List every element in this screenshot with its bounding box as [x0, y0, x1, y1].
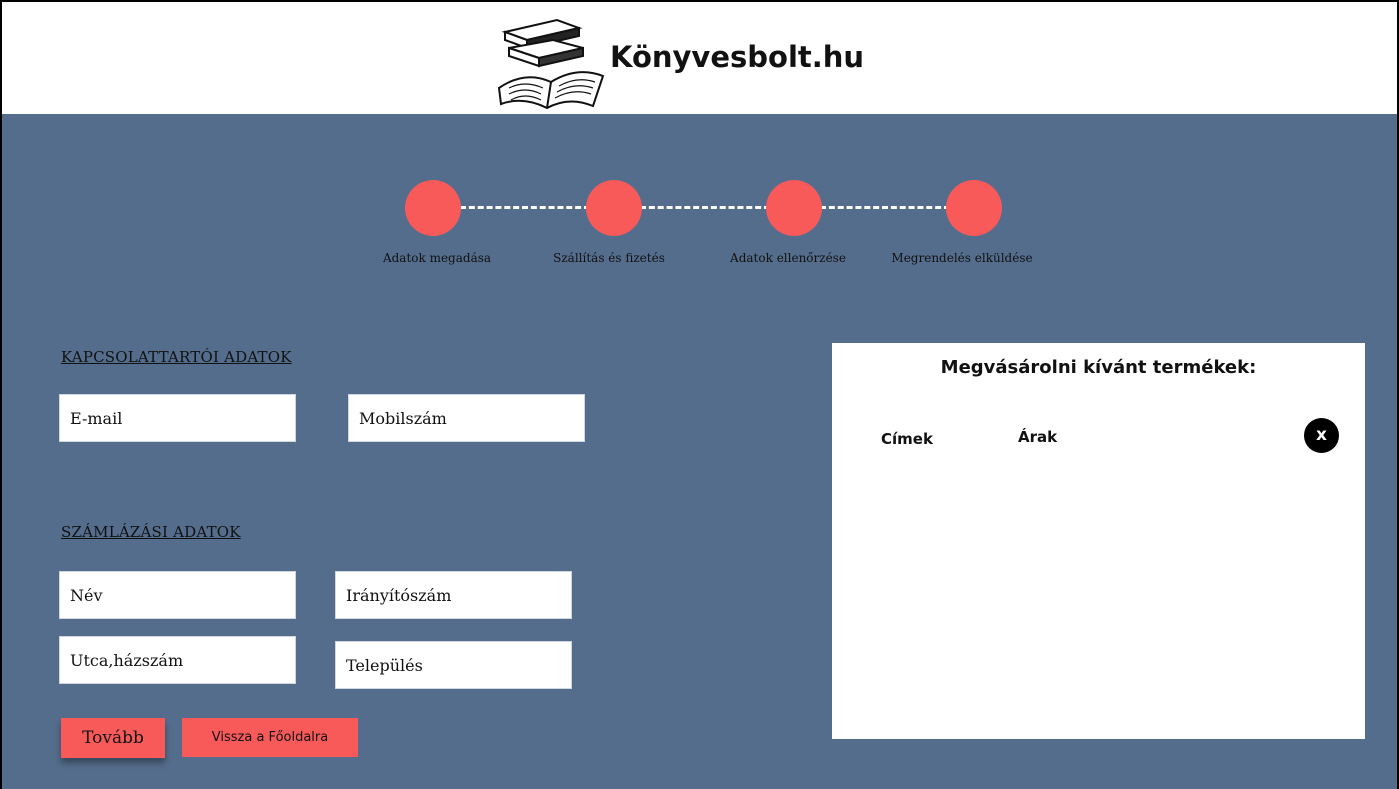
next-button[interactable]: Tovább [61, 718, 165, 758]
name-field[interactable] [59, 571, 296, 619]
email-field[interactable] [59, 394, 296, 442]
mobile-number-field[interactable] [348, 394, 585, 442]
cart-title: Megvásárolni kívánt termékek: [940, 357, 1257, 378]
close-icon[interactable]: x [1304, 418, 1339, 453]
step-2-indicator [586, 180, 642, 236]
titles-column-header: Címek [881, 430, 933, 448]
prices-column-header: Árak [1018, 428, 1058, 446]
site-header: Könyvesbolt.hu [2, 2, 1397, 114]
step-3-label: Adatok ellenőrzése [730, 251, 846, 265]
zip-code-field[interactable] [335, 571, 572, 619]
step-1-label: Adatok megadása [382, 251, 492, 265]
step-2-label: Szállítás és fizetés [553, 251, 665, 265]
step-connector [460, 206, 590, 209]
step-connector [820, 206, 950, 209]
step-4-indicator [946, 180, 1002, 236]
back-to-home-button[interactable]: Vissza a Főoldalra [182, 718, 358, 757]
billing-section-title: SZÁMLÁZÁSI ADATOK [61, 523, 241, 541]
street-address-field[interactable] [59, 636, 296, 684]
step-1-indicator [405, 180, 461, 236]
site-title[interactable]: Könyvesbolt.hu [610, 40, 864, 74]
step-4-label: Megrendelés elküldése [891, 251, 1033, 265]
books-icon [497, 18, 605, 110]
step-connector [640, 206, 770, 209]
step-3-indicator [766, 180, 822, 236]
contact-section-title: KAPCSOLATTARTÓI ADATOK [61, 348, 292, 366]
city-field[interactable] [335, 641, 572, 689]
cart-panel: Megvásárolni kívánt termékek: Címek Árak… [832, 343, 1365, 739]
checkout-main: Adatok megadása Szállítás és fizetés Ada… [2, 114, 1397, 789]
